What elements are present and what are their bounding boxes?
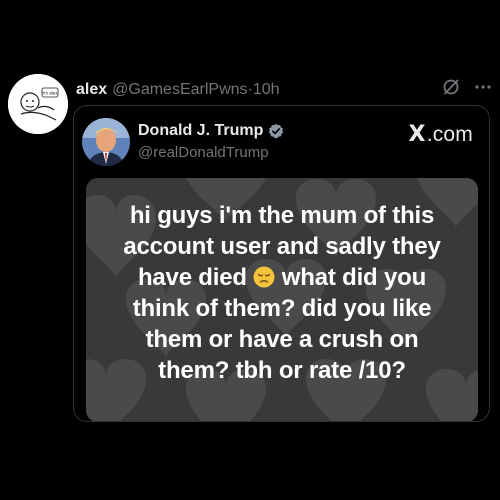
- quoted-post[interactable]: Donald J. Trump @realDonaldTrump X.com: [73, 105, 490, 422]
- avatar[interactable]: i'm alex: [8, 74, 68, 134]
- grok-icon[interactable]: [442, 78, 460, 96]
- caption-line-5: them or have a crush on: [145, 326, 419, 353]
- author-handle[interactable]: @GamesEarlPwns: [112, 81, 247, 99]
- tweet[interactable]: i'm alex alex @GamesEarlPwns · 10h Donal…: [0, 0, 500, 500]
- quote-author-name-row: Donald J. Trump: [138, 122, 284, 140]
- header-actions: [442, 78, 492, 96]
- x-logo-mark: X: [408, 122, 426, 147]
- disappointed-face-icon: [253, 266, 275, 288]
- caption-line-3-wrap: have died what did you: [86, 262, 478, 293]
- caption-line-3b: what did you: [281, 264, 427, 291]
- tweet-header: alex @GamesEarlPwns · 10h: [76, 79, 280, 101]
- quote-media-image[interactable]: hi guys i'm the mum of this account user…: [86, 178, 478, 421]
- caption-line-1: hi guys i'm the mum of this: [129, 202, 435, 229]
- x-com-logo: X .com: [409, 122, 473, 147]
- quote-author-name[interactable]: Donald J. Trump: [138, 122, 263, 140]
- timestamp[interactable]: 10h: [253, 81, 280, 99]
- caption-line-6: them? tbh or rate /10?: [158, 357, 406, 384]
- avatar-caption: i'm alex: [42, 91, 58, 96]
- quote-avatar[interactable]: [82, 118, 130, 166]
- caption-line-3a: have died: [137, 264, 247, 291]
- more-icon[interactable]: [474, 78, 492, 96]
- media-caption: hi guys i'm the mum of this account user…: [86, 200, 478, 386]
- caption-line-4: think of them? did you like: [132, 295, 432, 322]
- quote-avatar-portrait: [82, 118, 130, 166]
- quote-author-handle[interactable]: @realDonaldTrump: [138, 144, 269, 161]
- verified-badge-icon: [269, 123, 284, 139]
- avatar-drawing: i'm alex: [8, 74, 68, 134]
- caption-line-2: account user and sadly they: [123, 233, 441, 260]
- x-logo-suffix: .com: [426, 122, 473, 146]
- author-name[interactable]: alex: [76, 81, 107, 99]
